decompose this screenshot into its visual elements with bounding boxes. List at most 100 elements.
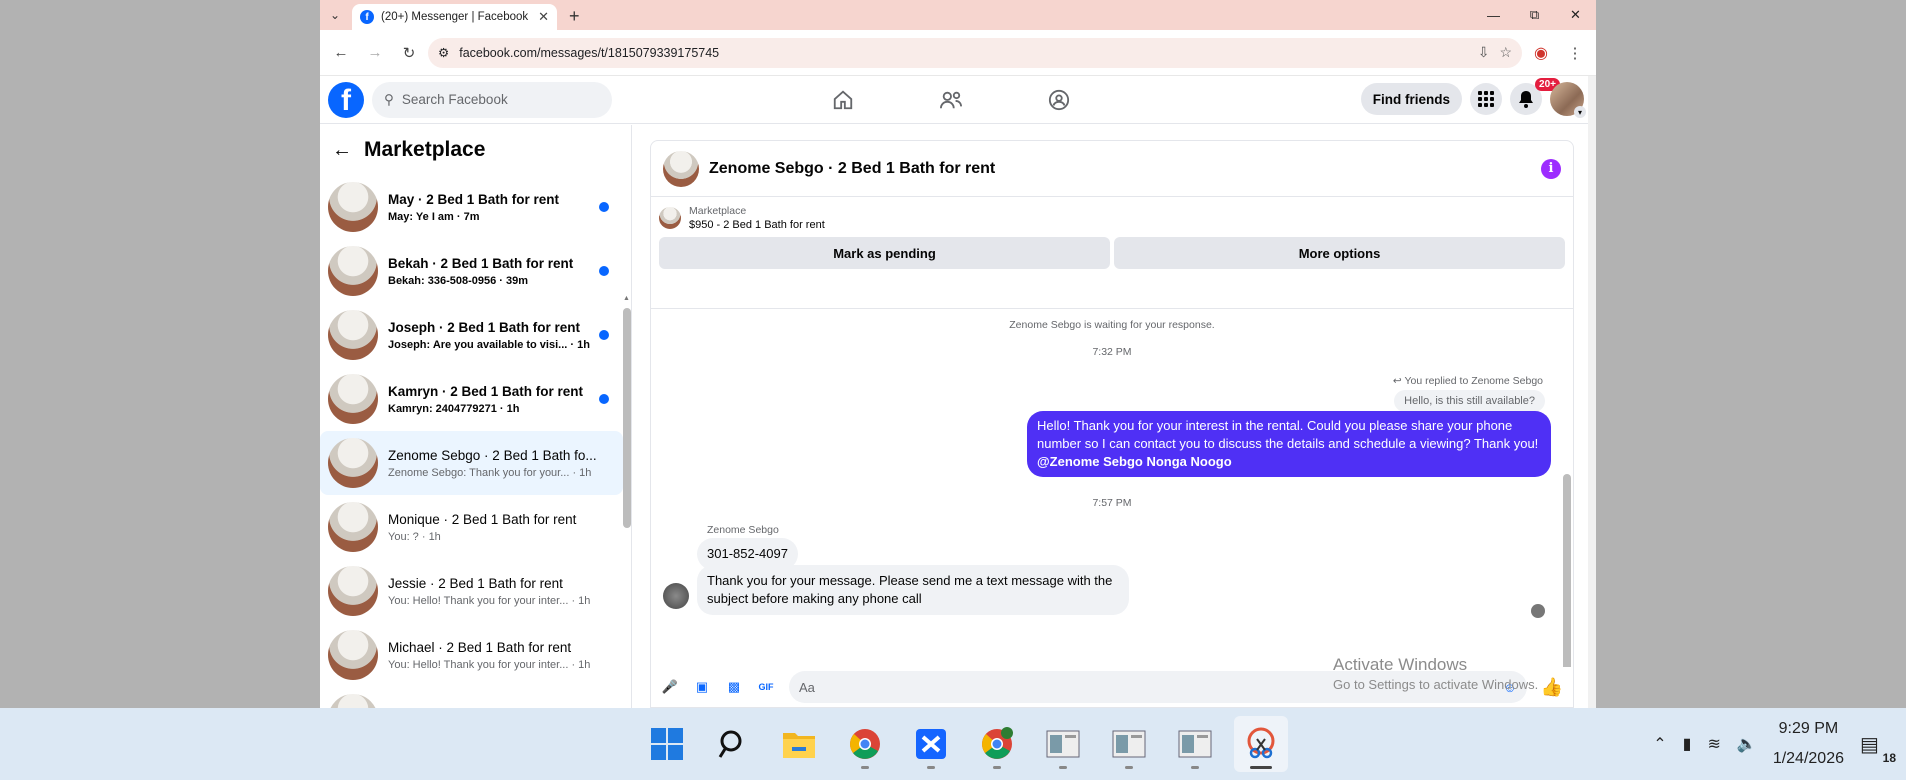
- search-icon: ⚲: [384, 91, 394, 107]
- quoted-message[interactable]: Hello, is this still available?: [1394, 390, 1545, 412]
- chat-title[interactable]: Zenome Sebgo · 2 Bed 1 Bath for rent: [709, 160, 995, 178]
- conversation-preview: You: Hello! Thank you for your inter... …: [388, 658, 591, 671]
- conversation-preview: You: ? · 1h: [388, 530, 441, 543]
- notification-center-icon[interactable]: ▤ 18: [1860, 732, 1896, 765]
- tab-title: (20+) Messenger | Facebook: [381, 11, 529, 23]
- conversation-list: May · 2 Bed 1 Bath for rent May: Ye I am …: [320, 175, 631, 708]
- conversation-item[interactable]: Jessie · 2 Bed 1 Bath for rent You: Hello…: [320, 559, 623, 623]
- profile-icon[interactable]: ◉: [1526, 38, 1556, 68]
- page-scrollbar[interactable]: [1588, 76, 1596, 708]
- tab-messenger[interactable]: f (20+) Messenger | Facebook ✕: [352, 4, 557, 30]
- site-settings-icon[interactable]: ⚙: [438, 45, 449, 60]
- clock[interactable]: 9:29 PM 1/24/2026: [1773, 714, 1844, 774]
- file-explorer-icon[interactable]: [772, 716, 826, 772]
- conversation-preview: Bekah: 336-508-0956 · 39m: [388, 274, 529, 287]
- listing-thumbnail[interactable]: [663, 150, 699, 187]
- find-friends-button[interactable]: Find friends: [1360, 83, 1462, 115]
- header-actions: Find friends 20+ ▾: [1360, 78, 1586, 118]
- url-bar[interactable]: ⚙ facebook.com/messages/t/18150793391757…: [428, 37, 1522, 68]
- install-app-icon[interactable]: ⇩: [1478, 44, 1490, 61]
- running-indicator: [1191, 766, 1199, 769]
- friends-icon[interactable]: [928, 81, 974, 119]
- restore-icon[interactable]: ⧉: [1514, 0, 1555, 30]
- mention-text[interactable]: @Zenome Sebgo Nonga Noogo: [1037, 453, 1541, 471]
- snipping-tool-icon[interactable]: [1234, 716, 1288, 772]
- incoming-message[interactable]: Thank you for your message. Please send …: [697, 565, 1129, 615]
- bookmark-star-icon[interactable]: ☆: [1499, 44, 1512, 61]
- outgoing-message[interactable]: Hello! Thank you for your interest in th…: [1027, 411, 1551, 477]
- window-thumbnail-icon[interactable]: [1102, 716, 1156, 772]
- conversation-info: May · 2 Bed 1 Bath for rent May: Ye I am …: [388, 192, 598, 223]
- back-arrow-icon[interactable]: ←: [326, 38, 356, 68]
- search-input[interactable]: ⚲ Search Facebook: [372, 81, 612, 118]
- more-options-button[interactable]: More options: [1114, 237, 1565, 269]
- visual-studio-icon[interactable]: [904, 716, 958, 772]
- thumbs-up-icon[interactable]: 👍: [1541, 677, 1563, 698]
- listing-thumbnail: [328, 566, 378, 616]
- wifi-icon[interactable]: ≋: [1707, 734, 1720, 754]
- menu-grid-icon[interactable]: [1470, 83, 1502, 115]
- sticker-icon[interactable]: ▩: [725, 678, 743, 696]
- account-avatar[interactable]: ▾: [1550, 82, 1586, 118]
- close-tab-icon[interactable]: ✕: [538, 9, 549, 25]
- conversation-info: Kamryn · 2 Bed 1 Bath for rent Kamryn: 24…: [388, 384, 598, 415]
- listing-thumbnail: [328, 630, 378, 680]
- sender-avatar[interactable]: [663, 583, 689, 609]
- conversation-item[interactable]: Monique · 2 Bed 1 Bath for rent You: ? · …: [320, 495, 623, 559]
- conversation-item[interactable]: Michael · 2 Bed 1 Bath for rent You: Hell…: [320, 623, 623, 687]
- mark-as-pending-button[interactable]: Mark as pending: [659, 237, 1110, 269]
- window-thumbnail-icon[interactable]: [1036, 716, 1090, 772]
- conversation-item[interactable]: May · 2 Bed 1 Bath for rent May: Ye I am …: [320, 175, 623, 239]
- waiting-notice: Zenome Sebgo is waiting for your respons…: [1009, 319, 1215, 331]
- info-icon[interactable]: i: [1541, 158, 1561, 179]
- listing-thumbnail: [328, 246, 378, 296]
- reload-icon[interactable]: ↻: [394, 38, 424, 68]
- chrome-profile-icon[interactable]: [970, 716, 1024, 772]
- facebook-logo-icon[interactable]: f: [328, 81, 364, 118]
- home-icon[interactable]: [820, 81, 866, 119]
- microphone-icon[interactable]: 🎤: [661, 678, 679, 696]
- unread-dot: [599, 266, 609, 276]
- conversation-item[interactable]: Bekah · 2 Bed 1 Bath for rent Bekah: 336-…: [320, 239, 623, 303]
- tab-search-chevron-icon[interactable]: ⌄: [324, 4, 346, 26]
- minimize-icon[interactable]: —: [1473, 0, 1514, 30]
- chat-panel: Zenome Sebgo · 2 Bed 1 Bath for rent i M…: [650, 140, 1574, 708]
- new-tab-plus-icon[interactable]: +: [569, 6, 580, 27]
- conversation-name: Joseph · 2 Bed 1 Bath for rent: [388, 319, 581, 335]
- back-arrow-icon[interactable]: ←: [332, 139, 352, 162]
- volume-icon[interactable]: 🔈: [1737, 734, 1757, 754]
- conversation-info: Bekah · 2 Bed 1 Bath for rent Bekah: 336-…: [388, 256, 598, 287]
- activate-windows-watermark: Activate Windows Go to Settings to activ…: [1333, 655, 1538, 695]
- scroll-up-icon[interactable]: ▲: [623, 295, 630, 302]
- close-window-icon[interactable]: ✕: [1555, 0, 1596, 30]
- conversation-item[interactable]: Ci · 2 Bed 1 Bath for rent: [320, 687, 623, 708]
- conversation-item[interactable]: Zenome Sebgo · 2 Bed 1 Bath fo... Zenome …: [320, 431, 623, 495]
- listing-small-thumbnail: [659, 207, 681, 229]
- photo-icon[interactable]: ▣: [693, 678, 711, 696]
- conversation-preview: You: Hello! Thank you for your inter... …: [388, 594, 591, 607]
- notifications-bell-icon[interactable]: 20+: [1510, 78, 1560, 115]
- show-hidden-icons-chevron-icon[interactable]: ⌃: [1653, 734, 1666, 754]
- start-icon[interactable]: [640, 716, 694, 772]
- battery-icon[interactable]: ▮: [1683, 734, 1692, 754]
- browser-menu-icon[interactable]: ⋮: [1560, 38, 1590, 68]
- conversation-item[interactable]: Kamryn · 2 Bed 1 Bath for rent Kamryn: 24…: [320, 367, 623, 431]
- gif-icon[interactable]: GIF: [757, 678, 775, 696]
- thread-scrollbar[interactable]: [1563, 474, 1571, 674]
- search-icon[interactable]: [706, 716, 760, 772]
- forward-arrow-icon[interactable]: →: [360, 38, 390, 68]
- replied-to-text: You replied to Zenome Sebgo: [1404, 375, 1543, 387]
- taskbar: ⌃ ▮ ≋ 🔈 9:29 PM 1/24/2026 ▤ 18: [0, 708, 1906, 780]
- groups-icon[interactable]: [1036, 81, 1082, 119]
- facebook-favicon-icon: f: [360, 10, 374, 24]
- account-chevron-icon[interactable]: ▾: [1574, 106, 1586, 118]
- conversation-name: Kamryn · 2 Bed 1 Bath for rent: [388, 383, 584, 399]
- running-indicator: [993, 766, 1001, 769]
- conversation-item[interactable]: Joseph · 2 Bed 1 Bath for rent Joseph: Ar…: [320, 303, 623, 367]
- sidebar-scrollbar[interactable]: [623, 308, 631, 528]
- unread-dot: [599, 394, 609, 404]
- window-thumbnail-icon[interactable]: [1168, 716, 1222, 772]
- listing-row[interactable]: Marketplace $950 - 2 Bed 1 Bath for rent: [659, 205, 1565, 231]
- chrome-icon[interactable]: [838, 716, 892, 772]
- timestamp: 7:32 PM: [1092, 346, 1132, 358]
